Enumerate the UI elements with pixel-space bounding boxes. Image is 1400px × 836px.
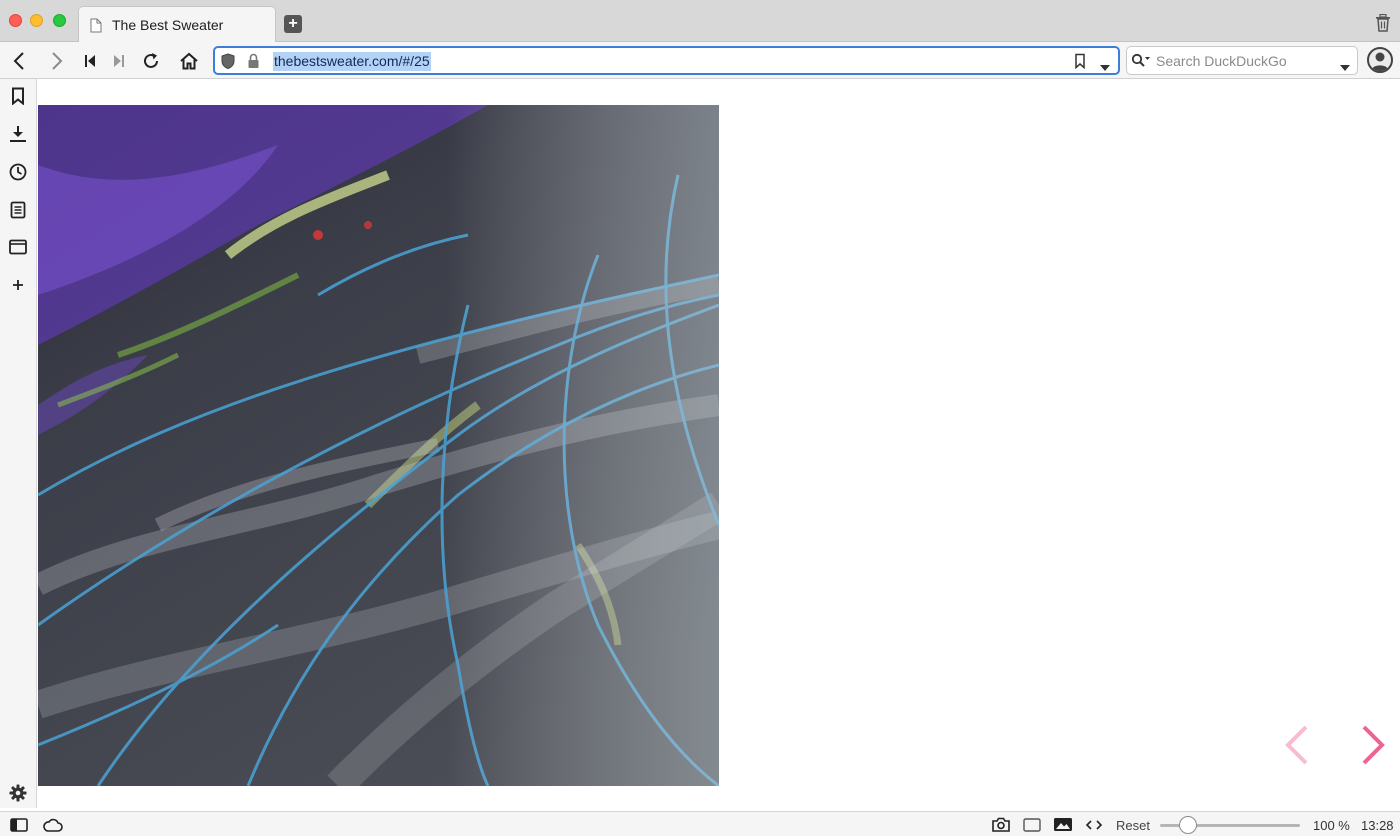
zoom-slider-thumb[interactable] bbox=[1179, 816, 1197, 834]
chevron-left-icon bbox=[1285, 725, 1308, 765]
reload-icon bbox=[144, 53, 158, 68]
tab-title: The Best Sweater bbox=[112, 17, 224, 33]
tile-button[interactable] bbox=[1023, 817, 1041, 832]
add-panel-icon bbox=[13, 280, 23, 290]
notes-panel-button[interactable] bbox=[8, 200, 28, 220]
profile-icon bbox=[1371, 52, 1389, 71]
history-icon bbox=[9, 163, 27, 181]
search-field[interactable] bbox=[1126, 46, 1358, 75]
tab-active[interactable]: The Best Sweater bbox=[78, 6, 276, 43]
download-icon bbox=[10, 126, 26, 142]
notes-icon bbox=[10, 201, 26, 219]
maximize-window-button[interactable] bbox=[53, 14, 66, 27]
home-icon bbox=[180, 52, 198, 70]
chevron-down-icon[interactable] bbox=[1100, 58, 1110, 71]
home-button[interactable] bbox=[178, 50, 200, 72]
trash-icon[interactable] bbox=[1375, 13, 1391, 32]
window-panel-button[interactable] bbox=[8, 237, 28, 257]
fast-forward-icon bbox=[114, 55, 124, 67]
bookmark-icon bbox=[12, 87, 24, 105]
zoom-reset-button[interactable]: Reset bbox=[1116, 818, 1150, 833]
address-field[interactable]: thebestsweater.com/#/25 bbox=[213, 46, 1120, 75]
search-input[interactable] bbox=[1156, 52, 1326, 70]
avatar[interactable] bbox=[1367, 47, 1393, 73]
minimize-window-button[interactable] bbox=[30, 14, 43, 27]
page-icon bbox=[90, 18, 102, 33]
fast-forward-button[interactable] bbox=[108, 50, 130, 72]
url-text[interactable]: thebestsweater.com/#/25 bbox=[273, 52, 431, 71]
images-toggle-button[interactable] bbox=[1053, 817, 1073, 832]
bookmarks-panel-button[interactable] bbox=[8, 86, 28, 106]
zoom-level: 100 % bbox=[1313, 818, 1350, 833]
prev-slide-button[interactable] bbox=[1280, 724, 1316, 766]
browser-window: The Best Sweater + thebestsweater.com/#/… bbox=[0, 0, 1400, 836]
bookmark-page-icon[interactable] bbox=[1074, 53, 1086, 70]
settings-button[interactable] bbox=[8, 783, 28, 803]
history-panel-button[interactable] bbox=[8, 162, 28, 182]
add-panel-button[interactable] bbox=[8, 275, 28, 295]
status-bar: Reset 100 % 13:28 bbox=[0, 811, 1400, 836]
plus-icon: + bbox=[288, 15, 298, 32]
rewind-icon bbox=[85, 55, 95, 67]
panel-toggle-icon bbox=[10, 817, 28, 832]
forward-button[interactable] bbox=[46, 50, 68, 72]
chevron-right-icon bbox=[1362, 725, 1385, 765]
panel-toggle-button[interactable] bbox=[10, 817, 28, 832]
tracker-shield-icon[interactable] bbox=[221, 53, 235, 70]
search-icon[interactable] bbox=[1131, 53, 1151, 69]
capture-button[interactable] bbox=[991, 817, 1011, 832]
crayon-drawing-photo bbox=[38, 105, 719, 786]
tile-icon bbox=[1023, 817, 1041, 832]
address-toolbar: thebestsweater.com/#/25 bbox=[0, 42, 1400, 79]
cloud-sync-icon bbox=[43, 818, 63, 832]
sync-button[interactable] bbox=[43, 817, 63, 832]
back-icon bbox=[13, 52, 24, 70]
lock-icon[interactable] bbox=[247, 53, 260, 69]
clock: 13:28 bbox=[1361, 818, 1394, 833]
forward-icon bbox=[52, 52, 63, 70]
chevron-down-icon[interactable] bbox=[1340, 58, 1350, 71]
image-icon bbox=[1054, 818, 1072, 831]
capture-icon bbox=[992, 817, 1010, 832]
new-tab-button[interactable]: + bbox=[284, 15, 302, 33]
side-panel bbox=[0, 79, 37, 808]
back-button[interactable] bbox=[8, 50, 30, 72]
window-icon bbox=[9, 239, 27, 255]
settings-icon bbox=[9, 784, 27, 802]
page-content bbox=[38, 79, 1400, 808]
page-actions-icon bbox=[1086, 819, 1102, 830]
reload-button[interactable] bbox=[140, 50, 162, 72]
tab-strip: The Best Sweater + bbox=[0, 0, 1400, 43]
next-slide-button[interactable] bbox=[1354, 724, 1390, 766]
close-window-button[interactable] bbox=[9, 14, 22, 27]
downloads-panel-button[interactable] bbox=[8, 124, 28, 144]
page-actions-button[interactable] bbox=[1086, 817, 1102, 832]
rewind-button[interactable] bbox=[79, 50, 101, 72]
